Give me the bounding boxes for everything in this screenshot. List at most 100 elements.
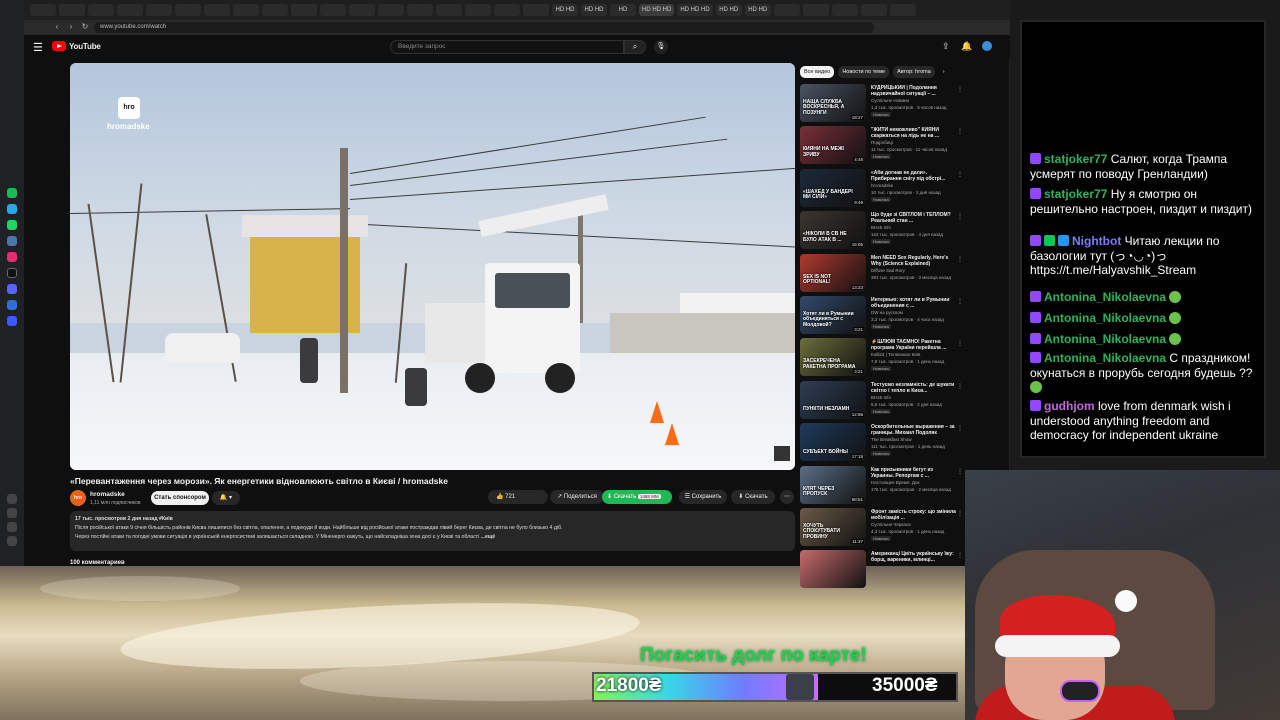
recommended-video[interactable]: НАЩА СЛУЖБА ВОСКРЕСНЬЯ, А ПОЗУНГИ 18:27 КУ…	[800, 84, 965, 124]
browser-tab[interactable]	[494, 4, 520, 16]
chat-username[interactable]: Antonina_Nikolaevna	[1044, 351, 1166, 365]
recommended-channel[interactable]: Настоящее Время. Док	[871, 480, 919, 485]
app-icon[interactable]	[7, 316, 17, 326]
browser-tab[interactable]: HD HD	[744, 4, 771, 16]
recommended-video[interactable]: ЗАСЕКРЕЧЕНА РАКЕТНА ПРОГРАМА 3:21 ⚡ШЛЮМ ТА…	[800, 338, 965, 378]
video-thumbnail[interactable]: КЛЯТ ЧЕРЕЗ ПРОПУСК 58:51	[800, 465, 866, 504]
browser-tab[interactable]	[773, 4, 800, 16]
video-thumbnail[interactable]: SEX IS NOT OPTIONAL! 13:23	[800, 253, 866, 292]
youtube-logo[interactable]: YouTube	[52, 41, 101, 51]
recommended-title[interactable]: «Аби догнав не дали». Прибирання снігу п…	[871, 170, 957, 182]
show-more-link[interactable]: ...ещё	[481, 534, 495, 540]
video-thumbnail[interactable]: КИЯНИ НА МЕЖІ ЗРИВУ 4:48	[800, 126, 866, 165]
browser-tab[interactable]: HD HD	[581, 4, 607, 16]
more-actions-icon[interactable]: ⋯	[780, 490, 794, 504]
channel-name[interactable]: hromadske	[90, 491, 125, 498]
download-button[interactable]: ⬇ Скачать 1488 ММ	[602, 490, 672, 504]
video-description[interactable]: 17 тыс. просмотров 2 дня назад #Київ Піс…	[70, 511, 795, 551]
recommended-video[interactable]: ПУНКТИ НЕЗЛАМН 12:56 Тестуємо незламність:…	[800, 380, 965, 421]
notifications-bell-button[interactable]: 🔔 ▾	[212, 491, 240, 505]
share-button[interactable]: ↗ Поделиться	[550, 490, 604, 504]
more-options-icon[interactable]: ⋮	[957, 468, 963, 475]
browser-tab[interactable]	[88, 4, 114, 16]
chat-username[interactable]: statjoker77	[1044, 152, 1107, 166]
history-icon[interactable]	[7, 508, 17, 518]
recommended-channel[interactable]: Суспільне Черкаси	[871, 522, 911, 527]
reload-icon[interactable]: ↻	[80, 22, 90, 32]
more-options-icon[interactable]: ⋮	[957, 86, 963, 93]
recommended-video[interactable]: Хотят ли в Румынии объединяться с Молдов…	[800, 296, 965, 336]
more-options-icon[interactable]: ⋮	[957, 510, 963, 517]
browser-tab[interactable]	[233, 4, 259, 16]
recommended-title[interactable]: Тестуємо незламність: де шукати світло і…	[871, 382, 957, 394]
chat-username[interactable]: Antonina_Nikolaevna	[1044, 290, 1166, 304]
video-thumbnail[interactable]: НАЩА СЛУЖБА ВОСКРЕСНЬЯ, А ПОЗУНГИ 18:27	[800, 84, 866, 122]
browser-tab[interactable]	[407, 4, 433, 16]
recommended-title[interactable]: Men NEED Sex Regularly, Here's Why (Scie…	[871, 255, 957, 267]
create-icon[interactable]: ⇪	[942, 41, 950, 52]
filter-chip[interactable]: Автор: hroma	[893, 66, 935, 78]
browser-tab[interactable]	[175, 4, 201, 16]
downloads-icon[interactable]	[7, 522, 17, 532]
more-options-icon[interactable]: ⋮	[957, 128, 963, 135]
recommended-video[interactable]: ХОЧУТЬ СПОКУТУВАТИ ПРОВИНУ 11:37 Фронт зам…	[800, 508, 965, 548]
video-thumbnail[interactable]: «НІКОЛИ В СВ НЕ БУЛО АТАК В ... 15:05	[800, 211, 866, 250]
vk-icon[interactable]	[7, 236, 17, 246]
video-thumbnail[interactable]	[800, 550, 866, 589]
chevron-right-icon[interactable]: ›	[939, 66, 949, 78]
recommended-video[interactable]: «НІКОЛИ В СВ НЕ БУЛО АТАК В ... 15:05 Що б…	[800, 211, 965, 251]
forward-icon[interactable]: ›	[66, 22, 76, 32]
browser-tab[interactable]: HD HD HD	[677, 4, 713, 16]
more-options-icon[interactable]: ⋮	[957, 298, 963, 305]
recommended-channel[interactable]: hromadske	[871, 183, 893, 188]
discord-icon[interactable]	[7, 284, 17, 294]
video-player[interactable]: hro hromadske	[70, 63, 795, 470]
like-button[interactable]: 👍 721	[488, 490, 548, 504]
recommended-channel[interactable]: ВН45 Info	[871, 225, 891, 230]
channel-avatar[interactable]: hro	[70, 490, 86, 506]
back-icon[interactable]: ‹	[52, 22, 62, 32]
chat-username[interactable]: Antonina_Nikolaevna	[1044, 332, 1166, 346]
recommended-video[interactable]: «ШАХЕД У БАНДЕРІ МИ СІЛИ» 9:49 «Аби догнав…	[800, 168, 965, 209]
browser-tab[interactable]	[204, 4, 230, 16]
spotify-icon[interactable]	[7, 188, 17, 198]
messenger-icon[interactable]	[7, 300, 17, 310]
heart-icon[interactable]	[7, 494, 17, 504]
browser-tab[interactable]	[465, 4, 491, 16]
clip-button[interactable]: ⬇ Скачать	[731, 490, 775, 504]
browser-tab[interactable]	[523, 4, 549, 16]
recommended-video[interactable]: КИЯНИ НА МЕЖІ ЗРИВУ 4:48 "ЖИТИ неможливо" …	[800, 126, 965, 166]
video-thumbnail[interactable]: ХОЧУТЬ СПОКУТУВАТИ ПРОВИНУ 11:37	[800, 508, 866, 546]
browser-tab[interactable]	[378, 4, 404, 16]
chat-username[interactable]: Antonina_Nikolaevna	[1044, 311, 1166, 325]
browser-tab[interactable]	[802, 4, 829, 16]
x-icon[interactable]	[7, 268, 17, 278]
filter-chip[interactable]: Все видео	[800, 66, 835, 78]
instagram-icon[interactable]	[7, 252, 17, 262]
chat-username[interactable]: gudhjom	[1044, 399, 1095, 413]
browser-tab[interactable]: HD HD	[552, 4, 578, 16]
recommended-title[interactable]: ⚡ШЛЮМ ТАЄМНО! Ракетна програма України п…	[871, 339, 957, 351]
recommended-channel[interactable]: Подробиці	[871, 140, 893, 145]
notifications-icon[interactable]: 🔔	[961, 41, 972, 52]
browser-tab[interactable]	[889, 4, 916, 16]
more-options-icon[interactable]: ⋮	[957, 425, 963, 432]
recommended-title[interactable]: Що буде зі СВІТЛОМ і ТЕПЛОМ? Реальний ст…	[871, 212, 957, 224]
telegram-icon[interactable]	[7, 204, 17, 214]
recommended-channel[interactable]: The Breakfast Show	[871, 437, 912, 442]
recommended-video[interactable]: КЛЯТ ЧЕРЕЗ ПРОПУСК 58:51 Как призывники бе…	[800, 465, 965, 506]
recommended-channel[interactable]: DW на русском	[871, 310, 903, 315]
browser-tab[interactable]	[860, 4, 887, 16]
browser-tab[interactable]: HD	[610, 4, 636, 16]
whatsapp-icon[interactable]	[7, 220, 17, 230]
recommended-video[interactable]: SEX IS NOT OPTIONAL! 13:23 Men NEED Sex Re…	[800, 253, 965, 294]
settings-icon[interactable]	[7, 536, 17, 546]
avatar[interactable]	[982, 41, 992, 51]
recommended-channel[interactable]: Diffuse Sad Rory	[871, 268, 905, 273]
video-thumbnail[interactable]: «ШАХЕД У БАНДЕРІ МИ СІЛИ» 9:49	[800, 168, 866, 207]
filter-chip[interactable]: Новости по теме	[838, 66, 890, 78]
recommended-video[interactable]: Американці Цвіть українську їжу: борщ, в…	[800, 550, 965, 590]
recommended-channel[interactable]: Суспільне Новини	[871, 98, 909, 103]
video-thumbnail[interactable]: СУБЪЕКТ ВОЙНЫ 17:19	[800, 423, 866, 462]
address-bar[interactable]: www.youtube.com/watch	[94, 22, 874, 33]
